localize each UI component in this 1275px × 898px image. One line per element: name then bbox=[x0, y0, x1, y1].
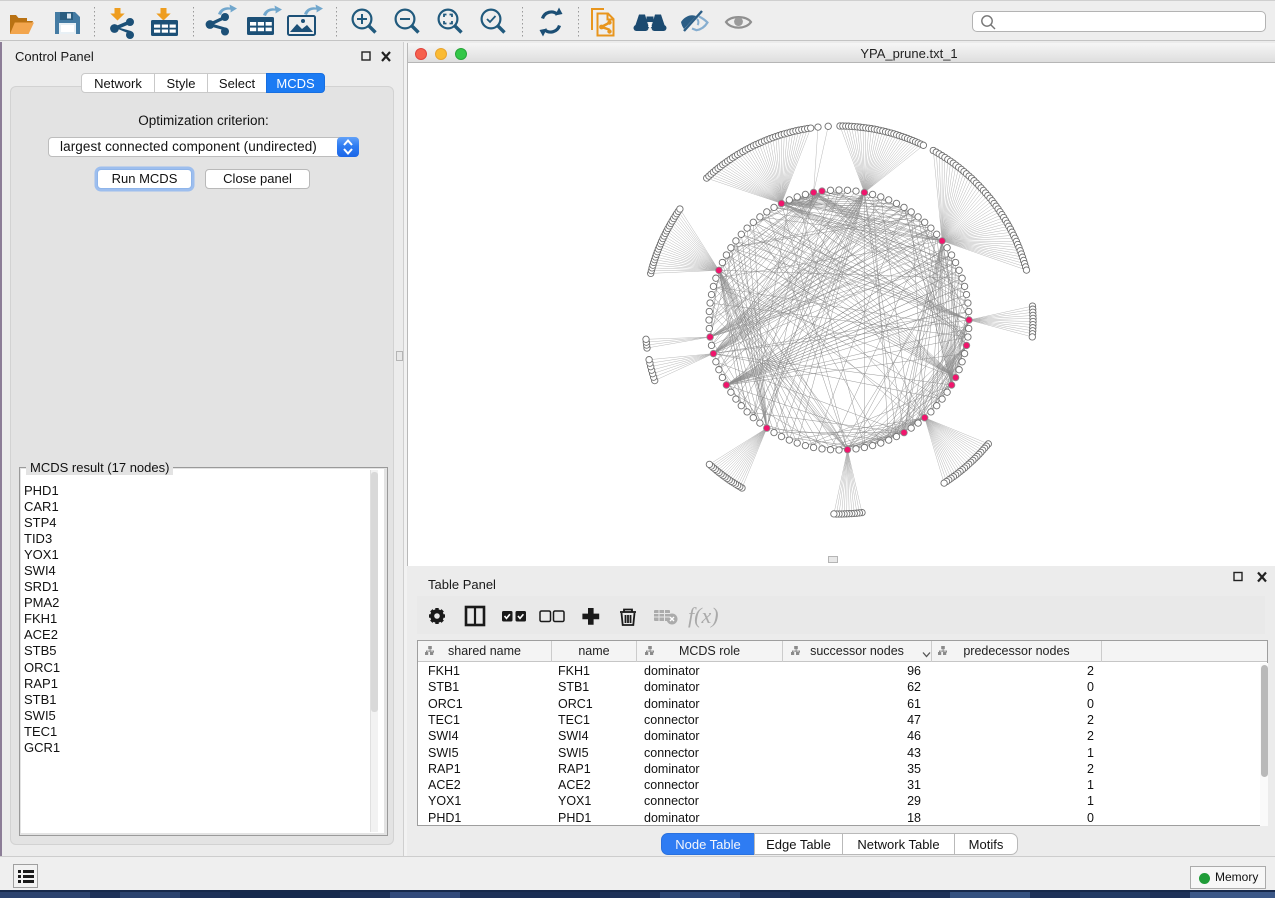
svg-text:f(x): f(x) bbox=[688, 603, 719, 628]
